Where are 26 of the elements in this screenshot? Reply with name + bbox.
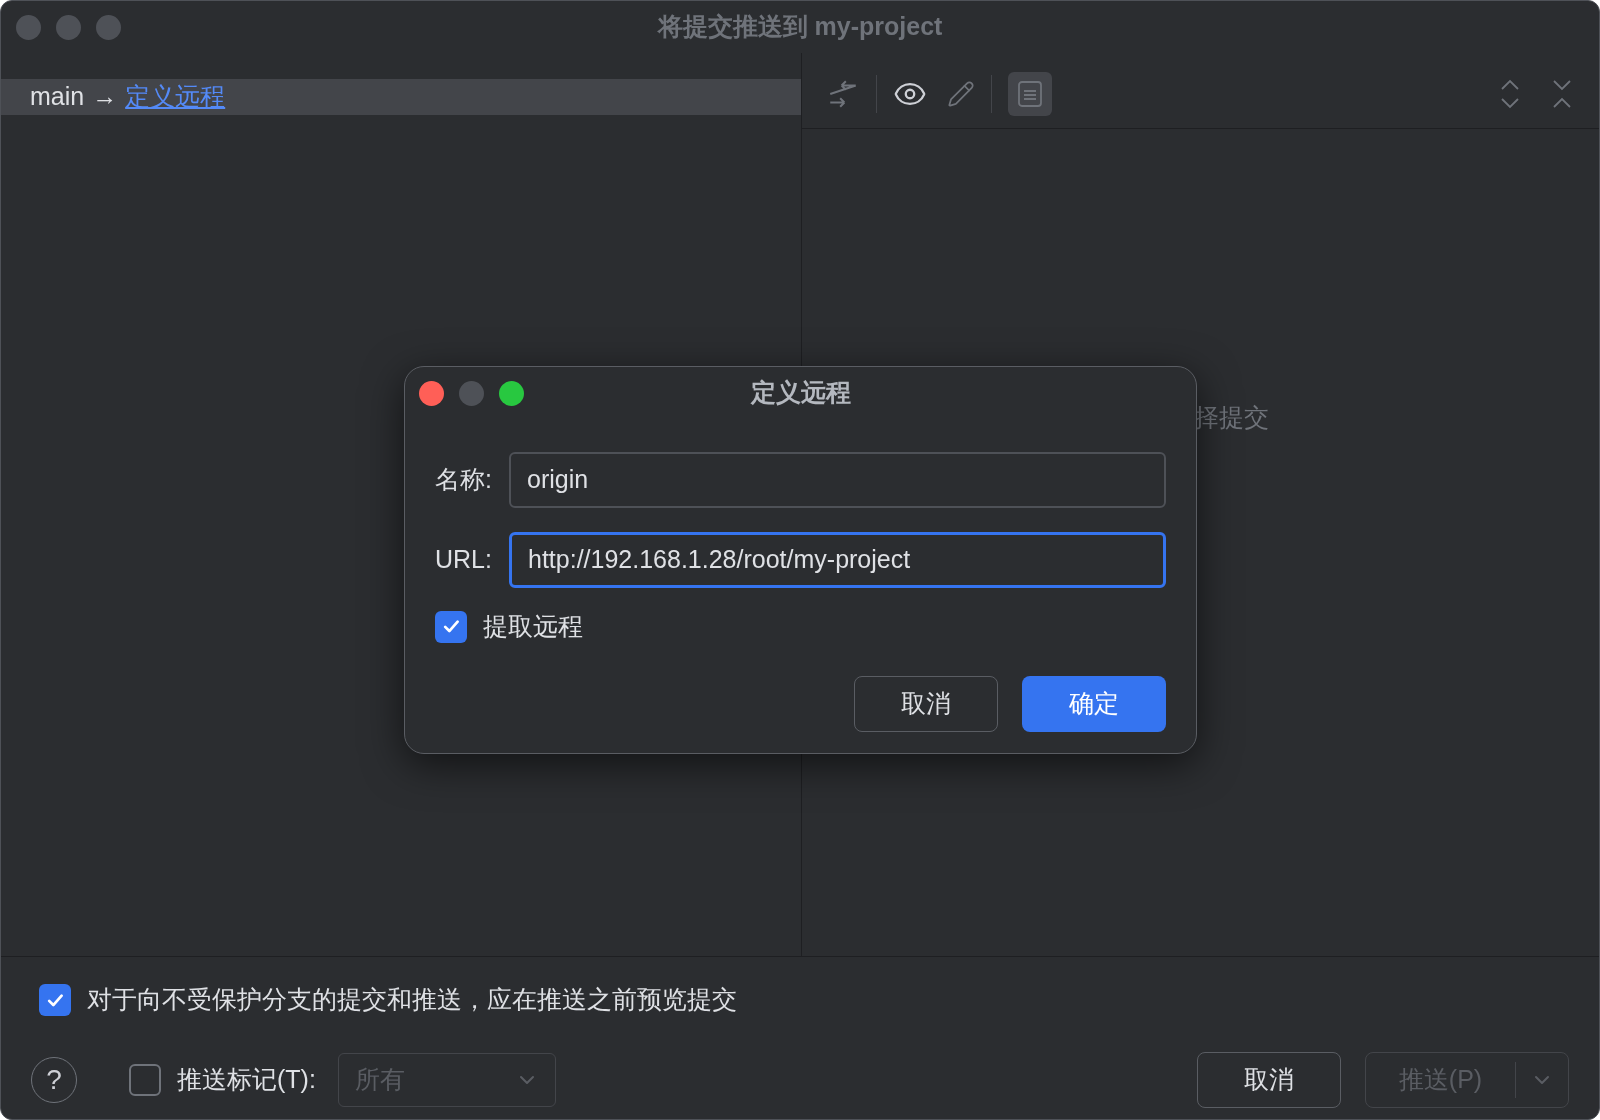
document-icon — [1017, 79, 1043, 108]
close-button[interactable] — [419, 380, 444, 406]
text-field[interactable]: http://192.168.1.28/root/my-project — [509, 532, 1166, 588]
details-toggle[interactable] — [1008, 71, 1052, 116]
text-field[interactable]: origin — [509, 452, 1166, 508]
field-label: URL: — [435, 544, 493, 576]
window-title: 将提交推送到 my-project — [657, 11, 943, 43]
checkbox[interactable] — [435, 610, 467, 643]
cancel-button[interactable]: 取消 — [854, 675, 998, 732]
branch-name: main — [30, 81, 85, 113]
checkbox[interactable] — [129, 1064, 161, 1096]
empty-hint: 择提交 — [1194, 402, 1270, 433]
field-label: 名称: — [435, 464, 493, 496]
checkbox-label: 提取远程 — [483, 611, 583, 642]
ok-button[interactable]: 确定 — [1022, 675, 1166, 732]
checkbox-label: 对于向不受保护分支的提交和推送，应在推送之前预览提交 — [87, 984, 737, 1016]
cancel-button[interactable]: 取消 — [1197, 1052, 1341, 1108]
zoom-button[interactable] — [499, 380, 524, 406]
pencil-icon[interactable] — [947, 79, 975, 108]
dialog-title: 定义远程 — [750, 377, 851, 409]
arrow-text: → — [92, 81, 118, 113]
minimize-button[interactable] — [56, 14, 81, 40]
tree-row[interactable]: main → 定义远程 — [1, 79, 801, 115]
checkbox-label: 推送标记(T): — [177, 1064, 316, 1096]
checkbox[interactable] — [39, 984, 71, 1016]
minimize-button[interactable] — [459, 380, 484, 406]
